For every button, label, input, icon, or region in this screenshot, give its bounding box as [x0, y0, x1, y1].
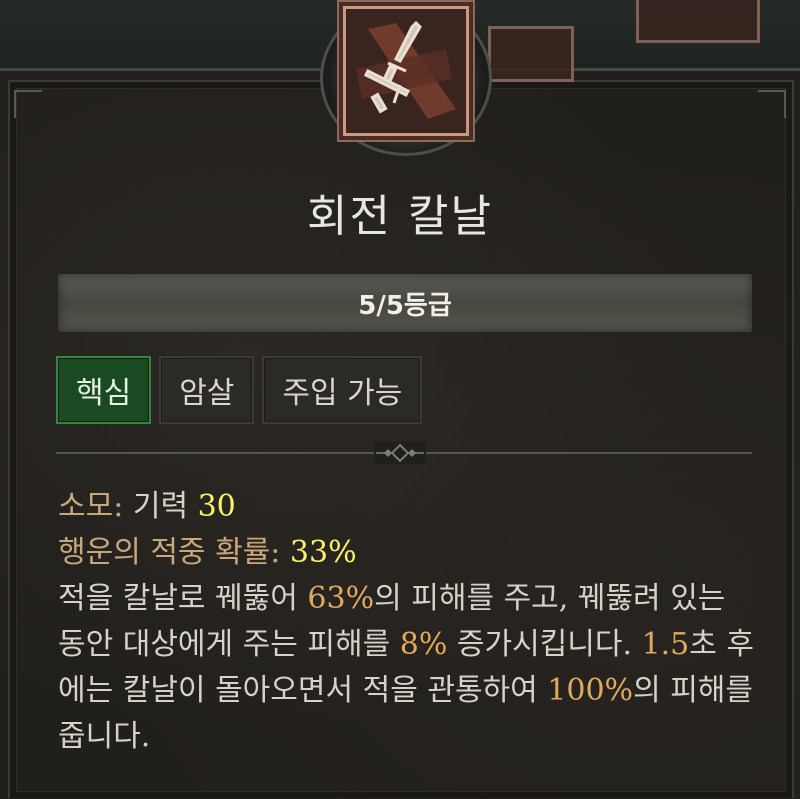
damage-bonus-value: 8% [399, 627, 448, 662]
effect-text-part: 증가시킵니다. [447, 627, 642, 662]
adjacent-skill-icon[interactable] [488, 26, 574, 82]
tag-assassination[interactable]: 암살 [159, 356, 255, 424]
duration-value: 1.5 [641, 627, 690, 662]
skill-rank: 5/5등급 [358, 290, 452, 321]
cost-resource: 기력 [132, 489, 198, 524]
frame-corner-ornament [14, 90, 42, 118]
effect-text-part: 적을 칼날로 꿰뚫어 [58, 581, 308, 616]
crit-line: 행운의 적중 확률: 33% [58, 530, 758, 576]
cost-line: 소모: 기력 30 [58, 484, 758, 530]
lucky-hit-label: 행운의 적중 확률: [58, 535, 290, 570]
damage-value: 63% [307, 581, 375, 616]
divider-ornament-icon [374, 442, 426, 464]
skill-name: 회전 칼날 [307, 191, 493, 242]
tag-core[interactable]: 핵심 [56, 356, 152, 424]
cost-value: 30 [197, 489, 236, 524]
effect-text: 적을 칼날로 꿰뚫어 63%의 피해를 주고, 꿰뚫려 있는 동안 대상에게 주… [58, 576, 758, 760]
cost-label: 소모: [58, 489, 133, 524]
skill-tags: 핵심 암살 주입 가능 [56, 356, 423, 424]
skill-description: 소모: 기력 30 행운의 적중 확률: 33% 적을 칼날로 꿰뚫어 63%의… [58, 484, 758, 760]
lucky-hit-value: 33% [289, 535, 357, 570]
skill-rank-bar: 5/5등급 [58, 274, 752, 332]
frame-corner-ornament [758, 90, 786, 118]
adjacent-skill-icon[interactable] [636, 0, 760, 43]
return-damage-value: 100% [547, 673, 634, 708]
crossed-daggers-icon [343, 6, 469, 136]
tag-imbueable[interactable]: 주입 가능 [262, 356, 423, 424]
